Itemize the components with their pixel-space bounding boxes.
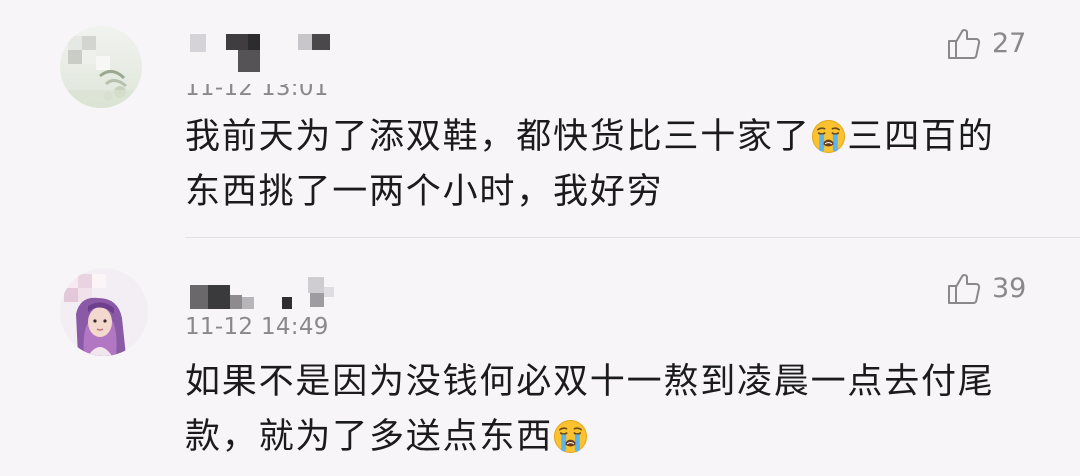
timestamp-clip: 11-12 13:01	[185, 84, 355, 97]
comment-text-before: 如果不是因为没钱何必双十一熬到凌晨一点去付尾款，就为了多送点东西	[185, 362, 995, 457]
comment-item: 11-12 13:01 27 我前天为了添双鞋，都快货比三十家了 三四百的东西挑了…	[0, 0, 1080, 237]
like-count: 27	[992, 28, 1027, 59]
avatar[interactable]	[60, 268, 148, 356]
thumbs-up-icon[interactable]	[946, 26, 982, 62]
like-button[interactable]: 27	[946, 26, 1026, 62]
timestamp: 11-12 14:49	[185, 314, 329, 340]
username-mosaic[interactable]	[188, 28, 333, 78]
comment-item: 11-12 14:49 39 如果不是因为没钱何必双十一熬到凌晨一点去付尾款，就…	[0, 238, 1080, 476]
like-count: 39	[992, 273, 1027, 304]
username-mosaic[interactable]	[188, 273, 338, 315]
crying-face-icon	[811, 119, 846, 154]
avatar[interactable]	[60, 26, 142, 108]
like-button[interactable]: 39	[946, 271, 1026, 307]
comment-text-before: 我前天为了添双鞋，都快货比三十家了	[185, 117, 811, 157]
crying-face-icon	[553, 419, 588, 454]
comment-text: 我前天为了添双鞋，都快货比三十家了 三四百的东西挑了一两个小时，我好穷	[185, 110, 1015, 220]
timestamp: 11-12 13:01	[185, 84, 329, 97]
thumbs-up-icon[interactable]	[946, 271, 982, 307]
comment-text: 如果不是因为没钱何必双十一熬到凌晨一点去付尾款，就为了多送点东西	[185, 355, 1015, 465]
